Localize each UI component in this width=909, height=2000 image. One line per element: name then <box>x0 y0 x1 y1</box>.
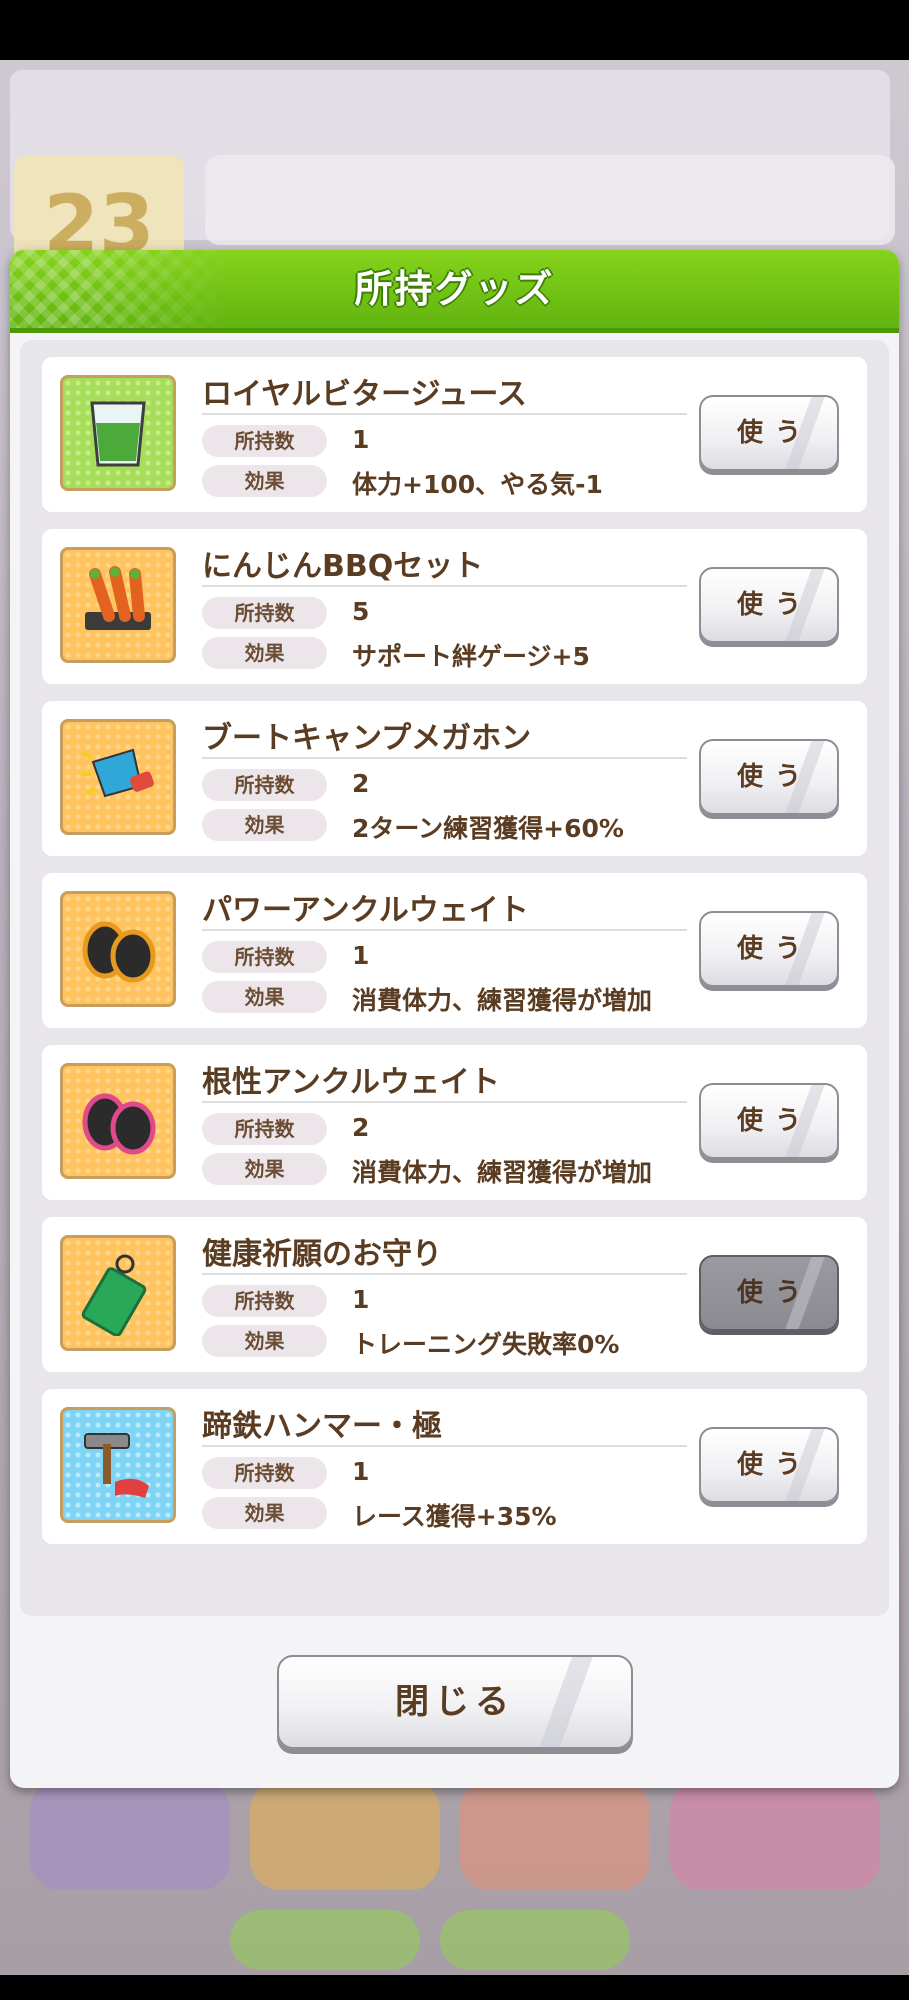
divider <box>202 757 687 759</box>
use-button[interactable]: 使う <box>699 911 839 987</box>
background-button <box>440 1910 630 1970</box>
effect-label: 効果 <box>202 1497 327 1529</box>
divider <box>202 413 687 415</box>
item-count: 1 <box>352 1457 370 1486</box>
use-button[interactable]: 使う <box>699 1255 839 1331</box>
nav-bar <box>0 1975 909 2000</box>
item-effect: 2ターン練習獲得+60% <box>352 814 624 843</box>
item-name: 健康祈願のお守り <box>202 1237 442 1272</box>
item-name: ブートキャンプメガホン <box>202 721 532 756</box>
item-count: 1 <box>352 425 370 454</box>
item-count: 1 <box>352 941 370 970</box>
item-effect: トレーニング失敗率0% <box>352 1330 620 1359</box>
megaphone-icon <box>60 719 176 835</box>
status-bar <box>0 0 909 60</box>
item-count: 1 <box>352 1285 370 1314</box>
item-effect: 消費体力、練習獲得が増加 <box>352 986 653 1015</box>
background-goal-panel <box>205 155 895 245</box>
item-count: 2 <box>352 1113 370 1142</box>
list-item: 蹄鉄ハンマー・極 所持数 1 効果 レース獲得+35% 使う <box>42 1389 867 1544</box>
effect-label: 効果 <box>202 465 327 497</box>
count-label: 所持数 <box>202 1285 327 1317</box>
item-effect: 消費体力、練習獲得が増加 <box>352 1158 653 1187</box>
count-label: 所持数 <box>202 425 327 457</box>
carrot-bbq-icon <box>60 547 176 663</box>
count-label: 所持数 <box>202 1457 327 1489</box>
ankle-weight-pink-icon <box>60 1063 176 1179</box>
item-effect: サポート絆ゲージ+5 <box>352 642 590 671</box>
count-label: 所持数 <box>202 1113 327 1145</box>
count-label: 所持数 <box>202 941 327 973</box>
green-juice-glass-icon <box>60 375 176 491</box>
divider <box>202 1273 687 1275</box>
list-item: 根性アンクルウェイト 所持数 2 効果 消費体力、練習獲得が増加 使う <box>42 1045 867 1200</box>
close-button[interactable]: 閉じる <box>277 1655 633 1749</box>
list-item: ブートキャンプメガホン 所持数 2 効果 2ターン練習獲得+60% 使う <box>42 701 867 856</box>
background-button <box>230 1910 420 1970</box>
list-item: 健康祈願のお守り 所持数 1 効果 トレーニング失敗率0% 使う <box>42 1217 867 1372</box>
effect-label: 効果 <box>202 637 327 669</box>
use-button[interactable]: 使う <box>699 395 839 471</box>
item-effect: 体力+100、やる気-1 <box>352 470 603 499</box>
list-item: ロイヤルビタージュース 所持数 1 効果 体力+100、やる気-1 使う <box>42 357 867 512</box>
item-name: パワーアンクルウェイト <box>202 893 529 928</box>
item-count: 5 <box>352 597 370 626</box>
use-button[interactable]: 使う <box>699 1427 839 1503</box>
use-button[interactable]: 使う <box>699 1083 839 1159</box>
dialog-title: 所持グッズ <box>354 267 555 311</box>
background-button <box>30 1780 230 1890</box>
use-button[interactable]: 使う <box>699 739 839 815</box>
divider <box>202 1445 687 1447</box>
item-name: ロイヤルビタージュース <box>202 377 527 412</box>
ankle-weight-orange-icon <box>60 891 176 1007</box>
background-button <box>460 1780 650 1890</box>
item-name: 蹄鉄ハンマー・極 <box>202 1409 442 1444</box>
owned-goods-dialog: 所持グッズ ロイヤルビタージュース 所持数 1 効果 体力+100、やる気-1 … <box>10 250 899 1788</box>
list-item: にんじんBBQセット 所持数 5 効果 サポート絆ゲージ+5 使う <box>42 529 867 684</box>
item-name: 根性アンクルウェイト <box>202 1065 500 1100</box>
effect-label: 効果 <box>202 1153 327 1185</box>
dialog-header: 所持グッズ <box>10 250 899 333</box>
effect-label: 効果 <box>202 981 327 1013</box>
divider <box>202 929 687 931</box>
effect-label: 効果 <box>202 809 327 841</box>
item-name: にんじんBBQセット <box>202 549 484 584</box>
use-button[interactable]: 使う <box>699 567 839 643</box>
background-button <box>670 1780 880 1890</box>
list-item: パワーアンクルウェイト 所持数 1 効果 消費体力、練習獲得が増加 使う <box>42 873 867 1028</box>
horseshoe-hammer-icon <box>60 1407 176 1523</box>
item-count: 2 <box>352 769 370 798</box>
item-effect: レース獲得+35% <box>352 1502 557 1531</box>
divider <box>202 585 687 587</box>
divider <box>202 1101 687 1103</box>
omamori-charm-icon <box>60 1235 176 1351</box>
effect-label: 効果 <box>202 1325 327 1357</box>
background-button <box>250 1780 440 1890</box>
count-label: 所持数 <box>202 769 327 801</box>
count-label: 所持数 <box>202 597 327 629</box>
